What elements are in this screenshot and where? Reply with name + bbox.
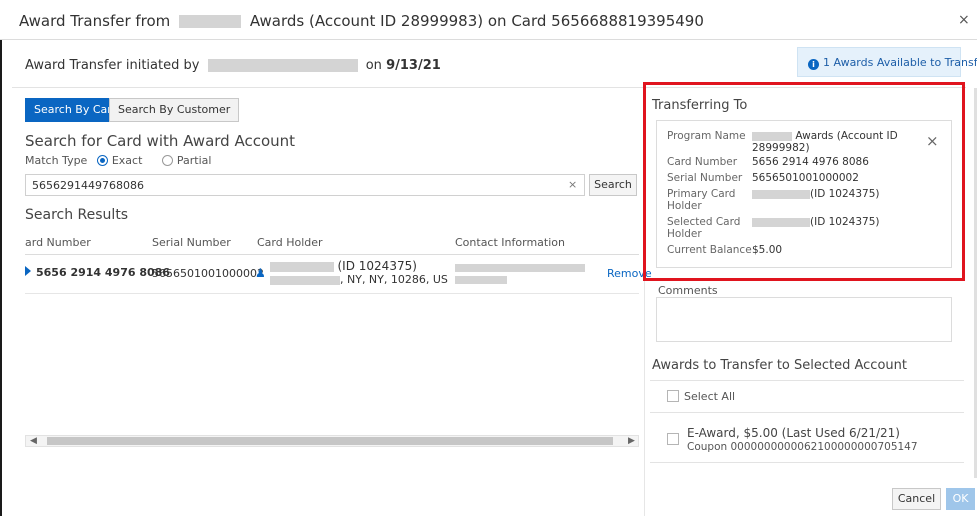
initiated-on: on — [365, 58, 382, 73]
exact-radio[interactable] — [96, 155, 108, 166]
awards-available-text: 1 Awards Available to Transfer — [823, 56, 977, 69]
card-number-label: Card Number — [667, 156, 738, 168]
partial-label: Partial — [176, 154, 212, 167]
selected-holder-id: (ID 1024375) — [810, 216, 880, 228]
column-header-contact-information: Contact Information — [455, 236, 565, 249]
redacted-contact-email — [455, 264, 585, 272]
row-card-number: 5656 2914 4976 8086 — [36, 266, 170, 279]
serial-number-value: 5656501001000002 — [752, 172, 859, 184]
redacted-contact-phone — [455, 276, 507, 284]
search-results-heading: Search Results — [25, 207, 129, 223]
serial-number-label: Serial Number — [667, 172, 743, 184]
column-header-serial-number: Serial Number — [152, 236, 231, 249]
primary-holder-label-1: Primary Card — [667, 188, 736, 200]
row-card-holder-id: (ID 1024375) — [337, 259, 417, 273]
primary-holder-value: (ID 1024375) — [752, 189, 879, 200]
redacted-primary-holder — [752, 189, 810, 199]
redacted-program-name — [179, 15, 242, 28]
info-icon: i — [808, 59, 819, 70]
match-type-row: Match Type Exact Partial — [25, 154, 211, 167]
program-name-text: Awards (Account ID — [795, 130, 898, 142]
dialog-left-border — [0, 40, 2, 516]
exact-label: Exact — [111, 154, 143, 167]
card-search-input[interactable]: 5656291449768086 — [25, 174, 585, 196]
transferring-to-heading: Transferring To — [652, 98, 748, 113]
person-icon: ♟ — [255, 266, 266, 280]
selected-holder-label-2: Holder — [667, 228, 702, 240]
table-row[interactable]: 5656 2914 4976 8086 — [36, 266, 170, 279]
redacted-selected-holder — [752, 217, 810, 227]
match-type-label: Match Type — [25, 154, 88, 167]
title-prefix: Award Transfer from — [19, 12, 171, 30]
partial-radio[interactable] — [161, 155, 173, 166]
table-row-divider — [25, 293, 639, 294]
row-card-holder-address: , NY, NY, 10286, US — [340, 273, 448, 286]
redacted-holder-name — [270, 262, 334, 272]
awards-available-badge: i 1 Awards Available to Transfer — [797, 47, 977, 77]
award-item-coupon: Coupon 0000000000062100000000705147 — [687, 441, 918, 453]
card-number-value: 5656 2914 4976 8086 — [752, 156, 869, 168]
row-serial-number: 5656501001000002 — [152, 267, 264, 280]
initiated-prefix: Award Transfer initiated by — [25, 58, 200, 73]
redacted-program — [752, 131, 792, 141]
close-dialog-icon[interactable]: × — [958, 12, 970, 28]
comments-label: Comments — [658, 284, 718, 297]
column-header-card-holder: Card Holder — [257, 236, 323, 249]
column-header-card-number: ard Number — [25, 236, 91, 249]
program-name-value: Awards (Account ID — [752, 131, 898, 142]
award-item-title: E-Award, $5.00 (Last Used 6/21/21) — [687, 426, 900, 440]
select-all-checkbox[interactable] — [667, 390, 679, 402]
selected-holder-value: (ID 1024375) — [752, 217, 879, 228]
tab-search-by-customer[interactable]: Search By Customer — [109, 98, 240, 122]
select-all-label: Select All — [684, 390, 736, 403]
primary-holder-label-2: Holder — [667, 200, 702, 212]
program-account-id: 28999982) — [752, 142, 810, 154]
award-item-checkbox[interactable] — [667, 433, 679, 445]
comments-textarea[interactable] — [656, 297, 952, 342]
remove-selected-card-icon[interactable]: × — [926, 132, 939, 150]
awards-to-transfer-heading: Awards to Transfer to Selected Account — [652, 358, 907, 373]
scroll-right-icon[interactable]: ▶ — [628, 436, 635, 446]
horizontal-scrollbar-thumb[interactable] — [47, 437, 613, 445]
ok-button[interactable]: OK — [946, 488, 975, 510]
award-item-divider — [650, 462, 964, 463]
program-name-label: Program Name — [667, 130, 746, 142]
dialog-title: Award Transfer from Awards (Account ID 2… — [19, 12, 704, 30]
title-suffix: Awards (Account ID 28999983) on Card 565… — [249, 12, 704, 30]
select-all-divider — [650, 412, 964, 413]
awards-heading-divider — [650, 380, 964, 381]
redacted-initiator — [207, 59, 358, 72]
row-card-holder-address-line: , NY, NY, 10286, US — [270, 273, 448, 286]
current-balance-value: $5.00 — [752, 244, 783, 256]
scroll-left-icon[interactable]: ◀ — [30, 436, 37, 446]
cancel-button[interactable]: Cancel — [892, 488, 941, 510]
transfer-initiated-line: Award Transfer initiated by on 9/13/21 — [25, 58, 441, 73]
selected-holder-label-1: Selected Card — [667, 216, 741, 228]
clear-search-icon[interactable]: × — [568, 178, 577, 191]
table-header-line — [25, 254, 639, 255]
row-card-holder-name: (ID 1024375) — [270, 259, 417, 273]
current-balance-label: Current Balance — [667, 244, 752, 256]
search-heading: Search for Card with Award Account — [25, 132, 296, 150]
initiated-date: 9/13/21 — [386, 58, 441, 73]
redacted-street — [270, 275, 340, 285]
search-button[interactable]: Search — [589, 174, 637, 196]
primary-holder-id: (ID 1024375) — [810, 188, 880, 200]
row-selected-indicator-icon — [25, 266, 31, 276]
